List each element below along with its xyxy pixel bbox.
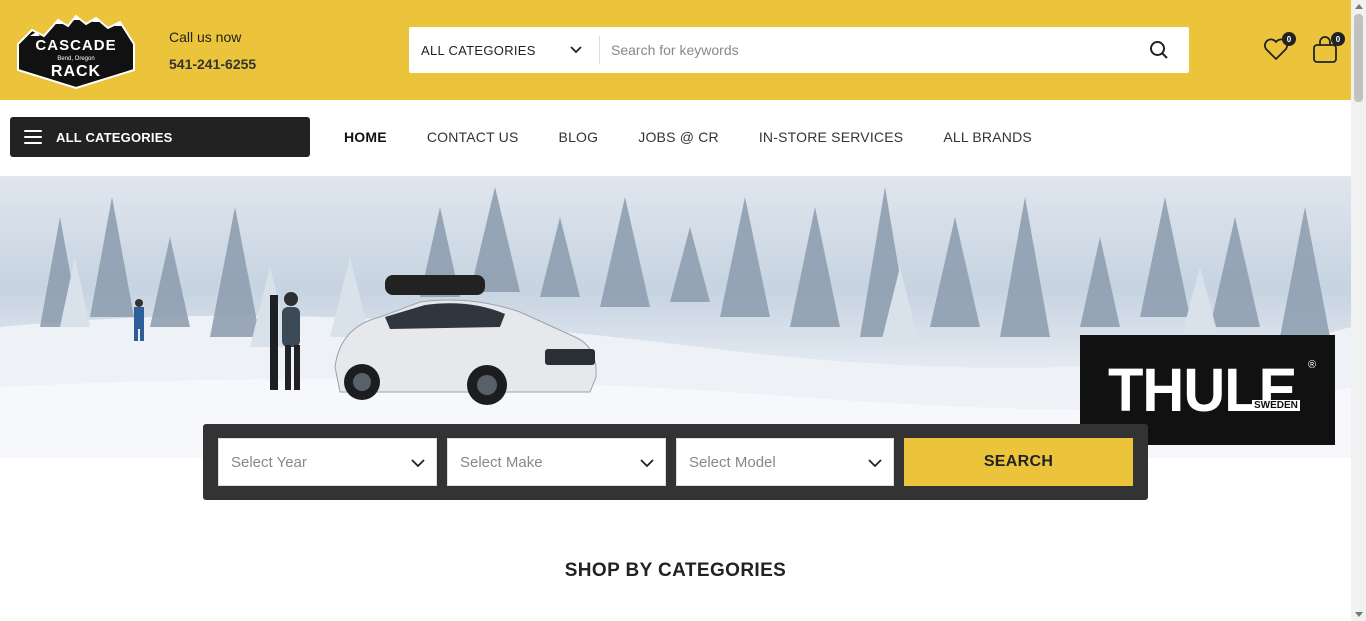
thule-wordmark: THULE bbox=[1108, 356, 1297, 425]
hero-banner[interactable]: THULE SWEDEN ® bbox=[0, 177, 1351, 458]
vehicle-search-button[interactable]: SEARCH bbox=[904, 438, 1133, 486]
search-icon bbox=[1150, 41, 1168, 59]
select-year-placeholder: Select Year bbox=[231, 453, 307, 471]
vehicle-search-panel: Select Year Select Make Select Model SEA… bbox=[203, 424, 1148, 500]
cart-button[interactable]: 0 bbox=[1310, 32, 1345, 67]
chevron-down-icon bbox=[640, 459, 654, 468]
nav-item-contact-us[interactable]: CONTACT US bbox=[427, 129, 519, 145]
all-categories-button[interactable]: ALL CATEGORIES bbox=[10, 117, 310, 157]
select-year[interactable]: Select Year bbox=[218, 438, 437, 486]
nav-item-jobs[interactable]: JOBS @ CR bbox=[638, 129, 719, 145]
registered-mark: ® bbox=[1308, 359, 1317, 371]
nav-menu: HOME CONTACT US BLOG JOBS @ CR IN-STORE … bbox=[344, 129, 1032, 145]
shop-by-categories-heading: SHOP BY CATEGORIES bbox=[564, 560, 787, 581]
scrollbar-thumb[interactable] bbox=[1354, 14, 1363, 102]
all-categories-label: ALL CATEGORIES bbox=[56, 129, 173, 145]
search-input[interactable] bbox=[600, 28, 1129, 72]
nav-item-blog[interactable]: BLOG bbox=[559, 129, 599, 145]
svg-text:CASCADE: CASCADE bbox=[35, 37, 116, 54]
select-make-placeholder: Select Make bbox=[460, 453, 543, 471]
nav-item-in-store-services[interactable]: IN-STORE SERVICES bbox=[759, 129, 903, 145]
page-scrollbar[interactable] bbox=[1351, 0, 1366, 621]
chevron-down-icon bbox=[570, 46, 582, 54]
page: CASCADE Bend, Oregon RACK Call us now 54… bbox=[0, 0, 1366, 621]
nav-item-all-brands[interactable]: ALL BRANDS bbox=[943, 129, 1032, 145]
category-select[interactable]: ALL CATEGORIES bbox=[409, 27, 599, 73]
phone-number[interactable]: 541-241-6255 bbox=[169, 56, 256, 72]
scroll-up-arrow-icon[interactable] bbox=[1355, 4, 1363, 9]
search-button[interactable] bbox=[1129, 27, 1189, 73]
svg-text:RACK: RACK bbox=[51, 63, 101, 80]
chevron-down-icon bbox=[411, 459, 425, 468]
select-model-placeholder: Select Model bbox=[689, 453, 776, 471]
select-model[interactable]: Select Model bbox=[676, 438, 894, 486]
cascade-rack-logo[interactable]: CASCADE Bend, Oregon RACK bbox=[10, 10, 142, 90]
wishlist-count-badge: 0 bbox=[1282, 32, 1296, 46]
nav-item-home[interactable]: HOME bbox=[344, 129, 387, 145]
scroll-down-arrow-icon[interactable] bbox=[1355, 612, 1363, 617]
search-bar: ALL CATEGORIES bbox=[409, 27, 1189, 73]
hamburger-icon bbox=[24, 130, 42, 144]
thule-sweden: SWEDEN bbox=[1252, 400, 1300, 411]
svg-text:Bend, Oregon: Bend, Oregon bbox=[57, 56, 94, 62]
main-navigation: ALL CATEGORIES HOME CONTACT US BLOG JOBS… bbox=[0, 100, 1351, 177]
call-us-label: Call us now bbox=[169, 29, 242, 45]
category-select-value: ALL CATEGORIES bbox=[421, 42, 536, 58]
select-make[interactable]: Select Make bbox=[447, 438, 666, 486]
call-us: Call us now 541-241-6255 bbox=[169, 29, 256, 72]
wishlist-button[interactable]: 0 bbox=[1262, 32, 1296, 65]
chevron-down-icon bbox=[868, 459, 882, 468]
cart-count-badge: 0 bbox=[1331, 32, 1345, 46]
top-header: CASCADE Bend, Oregon RACK Call us now 54… bbox=[0, 0, 1351, 100]
